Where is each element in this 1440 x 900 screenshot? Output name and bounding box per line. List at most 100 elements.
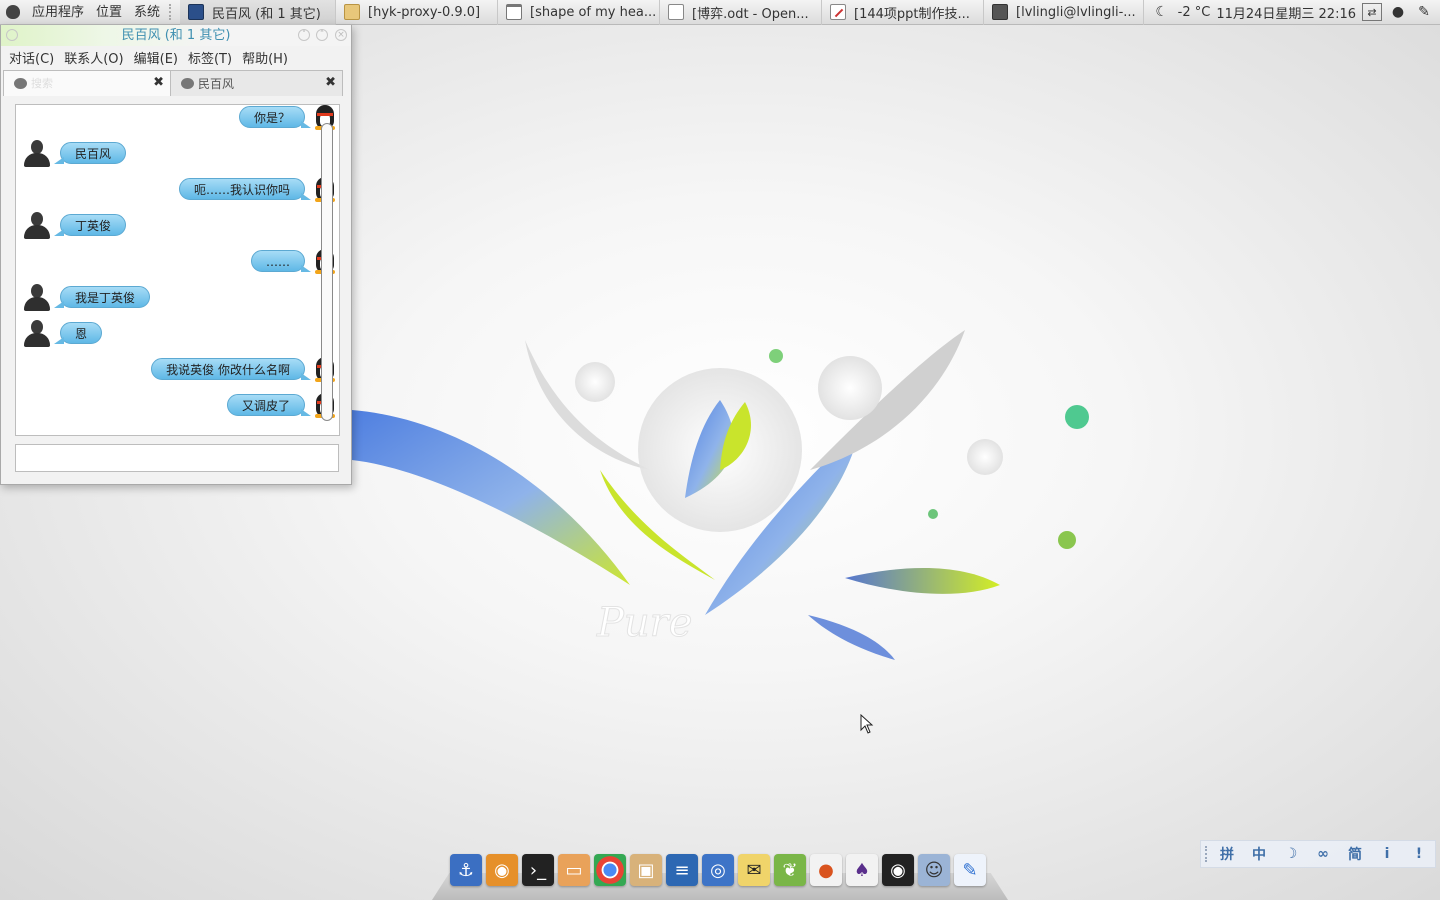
maximize-icon[interactable]: ˄ (316, 29, 328, 41)
window-titlebar[interactable]: 民百风 (和 1 其它) ˅ ˄ × (1, 25, 351, 46)
task-label: 民百风 (和 1 其它) (212, 6, 321, 22)
task-folder[interactable]: [hyk-proxy-0.9.0] (336, 0, 499, 25)
message-outgoing: 又调皮了 (226, 391, 312, 419)
contact-card-icon[interactable]: ☺ (918, 854, 950, 886)
input-method-bar: 拼 中 ☽ ∞ 简 i ! (1200, 840, 1436, 868)
ime-info[interactable]: i (1371, 846, 1403, 862)
foot-logo-icon[interactable] (0, 0, 26, 25)
task-terminal[interactable]: [lvlingli@lvlingli-... (984, 0, 1145, 25)
ime-pinyin[interactable]: 拼 (1211, 844, 1243, 864)
qq-mail-icon[interactable]: ✉ (738, 854, 770, 886)
ime-chinese[interactable]: 中 (1243, 844, 1275, 864)
panel-grip[interactable] (169, 4, 177, 20)
ime-simplified[interactable]: 简 (1339, 844, 1371, 864)
pen-icon (830, 4, 847, 20)
message-bubble: 我是丁英俊 (53, 286, 151, 308)
message-outgoing: 我说英俊 你改什么名啊 (151, 355, 311, 383)
camera-lens-icon[interactable]: ◉ (882, 854, 914, 886)
camera-icon[interactable]: ◉ (486, 854, 518, 886)
document-icon (668, 4, 685, 20)
message-bubble: …… (251, 250, 311, 272)
menu-applications[interactable]: 应用程序 (26, 0, 90, 25)
message-bubble: 恩 (53, 322, 103, 344)
task-ppt[interactable]: [144项ppt制作技... (822, 0, 985, 25)
menu-contacts[interactable]: 联系人(O) (59, 48, 128, 67)
task-label: [shape of my hea... (530, 4, 657, 20)
message-outgoing: 呃……我认识你吗 (178, 175, 312, 203)
message-bubble: 丁英俊 (53, 214, 127, 236)
task-label: [博弈.odt - Open... (692, 6, 809, 22)
menu-places[interactable]: 位置 (90, 0, 128, 25)
window-menu-icon[interactable] (6, 29, 18, 41)
ime-half-width[interactable]: ☽ (1275, 846, 1307, 862)
message-incoming: 我是丁英俊 (22, 282, 151, 312)
rabbit-icon[interactable]: ❦ (774, 854, 806, 886)
mouse-cursor-icon (860, 714, 874, 734)
message-incoming: 恩 (22, 318, 103, 348)
ime-help[interactable]: ! (1403, 846, 1435, 862)
window-icon (506, 4, 523, 20)
weather-text[interactable]: -2 °C (1178, 5, 1211, 20)
message-outgoing: 你是？ (238, 105, 312, 131)
task-label: [144项ppt制作技... (854, 6, 970, 22)
close-tab-icon[interactable]: ✖ (153, 75, 164, 90)
remote-desktop-icon[interactable]: ◎ (702, 854, 734, 886)
chat-status-icon[interactable]: ● (1388, 3, 1408, 21)
package-installer-icon[interactable]: ▣ (630, 854, 662, 886)
avatar[interactable] (22, 318, 52, 348)
message-input[interactable] (15, 444, 339, 472)
message-incoming: 民百风 (22, 138, 127, 168)
task-document[interactable]: [博弈.odt - Open... (660, 0, 823, 25)
chat-bubble-icon (14, 78, 27, 89)
task-label: [hyk-proxy-0.9.0] (368, 4, 481, 20)
red-panda-icon[interactable]: ● (810, 854, 842, 886)
minimize-icon[interactable]: ˅ (298, 29, 310, 41)
spreadsheet-icon[interactable]: ≡ (666, 854, 698, 886)
tab-label: 民百风 (198, 77, 235, 91)
scrollbar[interactable] (321, 123, 333, 421)
task-qq-chat[interactable]: 民百风 (和 1 其它) (180, 0, 337, 25)
message-bubble: 呃……我认识你吗 (178, 178, 312, 200)
tab-contact[interactable]: 民百风 ✖ (171, 70, 343, 96)
anchor-icon[interactable]: ⚓ (450, 854, 482, 886)
brush-icon[interactable]: ✎ (1414, 3, 1434, 21)
clock[interactable]: 11月24日星期三 22:16 (1216, 3, 1356, 22)
home-folder-icon[interactable]: ▭ (558, 854, 590, 886)
chat-bubble-icon (181, 78, 194, 89)
chat-window: 民百风 (和 1 其它) ˅ ˄ × 对话(C) 联系人(O) 编辑(E) 标签… (0, 25, 352, 485)
moon-weather-icon[interactable]: ☾ (1152, 3, 1172, 21)
message-outgoing: …… (251, 247, 311, 275)
menu-system[interactable]: 系统 (128, 0, 166, 25)
window-title: 民百风 (和 1 其它) (121, 28, 231, 43)
tab-search[interactable]: 搜索 ✖ (3, 70, 171, 96)
tab-bar: 搜索 ✖ 民百风 ✖ (3, 70, 345, 96)
menu-help[interactable]: 帮助(H) (237, 48, 293, 67)
message-bubble: 民百风 (53, 142, 127, 164)
task-window[interactable]: [shape of my hea... (498, 0, 661, 25)
avatar[interactable] (22, 138, 52, 168)
ime-punctuation[interactable]: ∞ (1307, 846, 1339, 862)
avatar[interactable] (22, 282, 52, 312)
terminal-icon[interactable]: ›_ (522, 854, 554, 886)
wallpaper-logo: Pure (596, 600, 692, 646)
folder-icon (344, 4, 361, 20)
message-incoming: 丁英俊 (22, 210, 127, 240)
terminal-icon (992, 4, 1009, 20)
menu-conversation[interactable]: 对话(C) (4, 48, 59, 67)
wizard-icon[interactable]: ♠ (846, 854, 878, 886)
avatar[interactable] (22, 210, 52, 240)
wallpaper-art: Pure (352, 330, 1089, 660)
message-bubble: 我说英俊 你改什么名啊 (151, 358, 311, 380)
dock: ⚓ ◉ ›_ ▭ ▣ ≡ ◎ ✉ ❦ ● ♠ ◉ ☺ ✎ (450, 854, 986, 888)
message-bubble: 你是？ (238, 106, 312, 128)
menu-edit[interactable]: 编辑(E) (129, 48, 183, 67)
menu-tabs[interactable]: 标签(T) (183, 48, 237, 67)
pen-edit-icon[interactable]: ✎ (954, 854, 986, 886)
menubar: 对话(C) 联系人(O) 编辑(E) 标签(T) 帮助(H) (1, 46, 351, 68)
close-icon[interactable]: × (335, 29, 347, 41)
chrome-icon[interactable] (594, 854, 626, 886)
message-history[interactable]: 你是？ 民百风 呃……我认识你吗 丁英俊 …… 我是丁英俊 恩 我说英俊 你改什… (15, 104, 340, 436)
close-tab-icon[interactable]: ✖ (325, 75, 336, 90)
network-icon[interactable]: ⇄ (1362, 3, 1382, 21)
task-label: [lvlingli@lvlingli-... (1016, 4, 1136, 20)
